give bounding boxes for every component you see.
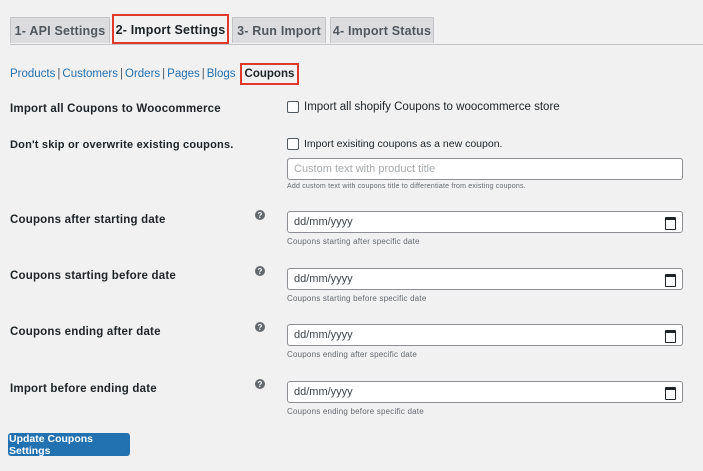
dont-skip-checkbox[interactable] — [287, 138, 299, 150]
subnav-products[interactable]: Products — [10, 68, 55, 80]
dont-skip-option: Import exisiting coupons as a new coupon… — [287, 138, 502, 150]
date-input-after-start[interactable]: dd/mm/yyyy — [287, 211, 683, 233]
subnav-coupons[interactable]: Coupons — [239, 63, 300, 85]
date-label-after-start: Coupons after starting date — [10, 214, 166, 226]
import-type-nav: Products | Customers | Orders | Pages | … — [10, 63, 300, 85]
custom-text-input[interactable]: Custom text with product title — [287, 158, 683, 180]
calendar-icon[interactable] — [665, 274, 676, 287]
import-all-option: Import all shopify Coupons to woocommerc… — [287, 101, 560, 113]
calendar-icon[interactable] — [665, 387, 676, 400]
help-icon[interactable]: ? — [255, 210, 265, 220]
help-icon[interactable]: ? — [255, 266, 265, 276]
dont-skip-checkbox-label[interactable]: Import exisiting coupons as a new coupon… — [304, 138, 502, 150]
subnav-pages[interactable]: Pages — [167, 68, 200, 80]
date-input-before-start[interactable]: dd/mm/yyyy — [287, 268, 683, 290]
date-description: Coupons starting before specific date — [287, 294, 427, 303]
date-value: dd/mm/yyyy — [294, 386, 353, 398]
date-description: Coupons ending before specific date — [287, 407, 424, 416]
import-all-label: Import all Coupons to Woocommerce — [10, 103, 221, 115]
date-value: dd/mm/yyyy — [294, 216, 353, 228]
import-all-checkbox-label[interactable]: Import all shopify Coupons to woocommerc… — [304, 101, 560, 113]
help-icon[interactable]: ? — [255, 322, 265, 332]
date-label-after-end: Coupons ending after date — [10, 326, 161, 338]
date-description: Coupons ending after specific date — [287, 350, 417, 359]
subnav-blogs[interactable]: Blogs — [207, 68, 236, 80]
tab-run-import[interactable]: 3- Run Import — [232, 17, 326, 43]
subnav-separator: | — [120, 68, 123, 80]
dont-skip-label: Don't skip or overwrite existing coupons… — [10, 139, 234, 151]
subnav-orders[interactable]: Orders — [125, 68, 160, 80]
tab-api-settings[interactable]: 1- API Settings — [10, 17, 110, 43]
date-label-before-start: Coupons starting before date — [10, 270, 176, 282]
custom-text-placeholder: Custom text with product title — [294, 163, 436, 175]
tab-label: 1- API Settings — [14, 23, 106, 38]
date-value: dd/mm/yyyy — [294, 273, 353, 285]
tab-label: 2- Import Settings — [115, 22, 226, 37]
calendar-icon[interactable] — [665, 217, 676, 230]
tab-label: 3- Run Import — [237, 23, 321, 38]
tab-label: 4- Import Status — [332, 23, 432, 38]
update-coupons-settings-button[interactable]: Update Coupons Settings — [8, 433, 130, 457]
date-label-before-end: Import before ending date — [10, 383, 157, 395]
subnav-separator: | — [201, 68, 205, 80]
import-all-checkbox[interactable] — [287, 101, 299, 113]
calendar-icon[interactable] — [665, 330, 676, 343]
tab-import-status[interactable]: 4- Import Status — [330, 17, 434, 43]
tab-import-settings[interactable]: 2- Import Settings — [112, 14, 229, 44]
date-input-after-end[interactable]: dd/mm/yyyy — [287, 324, 683, 346]
subnav-customers[interactable]: Customers — [62, 68, 118, 80]
help-icon[interactable]: ? — [255, 379, 265, 389]
date-value: dd/mm/yyyy — [294, 329, 353, 341]
subnav-separator: | — [162, 68, 166, 80]
custom-text-description: Add custom text with coupons title to di… — [287, 183, 526, 190]
date-input-before-end[interactable]: dd/mm/yyyy — [287, 381, 683, 403]
date-description: Coupons starting after specific date — [287, 237, 420, 246]
settings-tabs: 1- API Settings 2- Import Settings 3- Ru… — [10, 14, 703, 45]
subnav-separator: | — [57, 68, 61, 80]
